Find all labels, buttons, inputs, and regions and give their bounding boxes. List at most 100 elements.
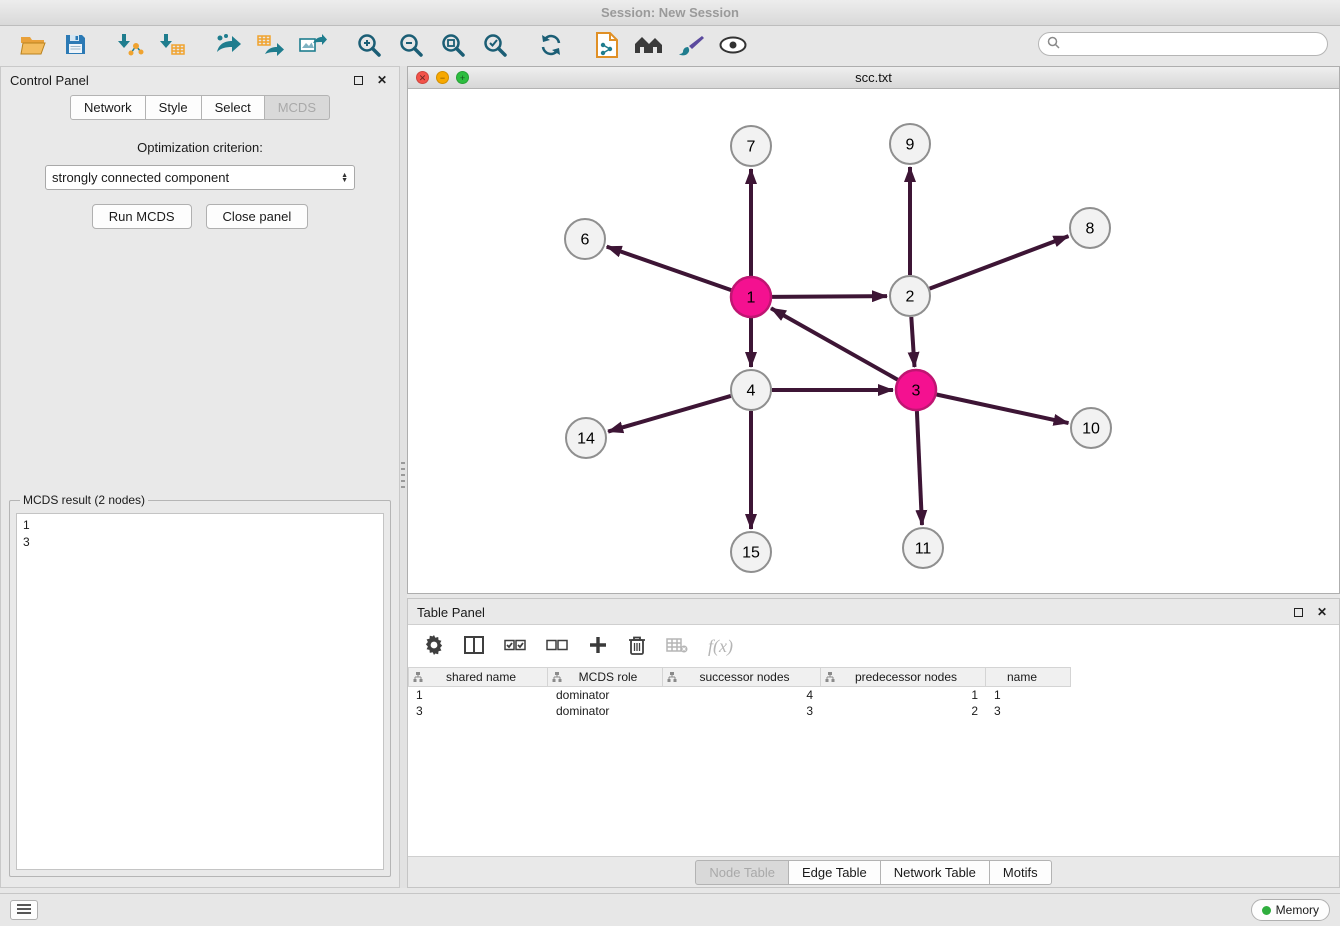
table-cell[interactable]: dominator (548, 687, 663, 703)
style-button[interactable] (670, 28, 712, 64)
network-graph[interactable]: 7 9 6 8 1 2 4 3 14 10 15 11 (408, 89, 1339, 593)
zoom-out-button[interactable] (390, 28, 432, 64)
table-row[interactable]: 1dominator411 (408, 687, 1339, 703)
graph-node-4[interactable]: 4 (731, 370, 771, 410)
graph-node-6[interactable]: 6 (565, 219, 605, 259)
function-builder-button[interactable]: f(x) (708, 636, 733, 657)
column-header-successor-nodes[interactable]: successor nodes (663, 667, 821, 687)
graph-node-8[interactable]: 8 (1070, 208, 1110, 248)
zoom-fit-button[interactable] (432, 28, 474, 64)
table-cell[interactable]: 1 (986, 687, 1071, 703)
delete-table-button[interactable] (666, 637, 688, 656)
graph-edge-4-14[interactable] (608, 396, 731, 432)
paint-brush-icon (678, 34, 704, 59)
tab-edge-table[interactable]: Edge Table (788, 860, 881, 885)
column-header-name[interactable]: name (986, 667, 1071, 687)
tab-select[interactable]: Select (201, 95, 265, 120)
minimize-window-button[interactable]: − (436, 71, 449, 84)
search-input[interactable] (1066, 37, 1319, 51)
graph-edge-3-11[interactable] (917, 411, 922, 525)
table-row[interactable]: 3dominator323 (408, 703, 1339, 719)
table-cell[interactable]: 3 (663, 703, 821, 719)
select-all-columns-button[interactable] (504, 637, 526, 656)
home-icon (634, 34, 664, 59)
export-image-button[interactable] (292, 28, 334, 64)
table-cell[interactable]: dominator (548, 703, 663, 719)
table-cell[interactable]: 3 (408, 703, 548, 719)
graph-node-7[interactable]: 7 (731, 126, 771, 166)
graph-node-3[interactable]: 3 (896, 370, 936, 410)
close-table-panel-icon[interactable]: ✕ (1314, 604, 1330, 620)
tab-node-table[interactable]: Node Table (695, 860, 789, 885)
table-cell[interactable]: 1 (408, 687, 548, 703)
task-history-button[interactable] (10, 900, 38, 920)
window-title: Session: New Session (601, 5, 739, 20)
open-session-button[interactable] (12, 28, 54, 64)
optimization-criterion-dropdown[interactable]: strongly connected component ▲▼ (45, 165, 355, 190)
graph-node-14[interactable]: 14 (566, 418, 606, 458)
graph-edge-1-6[interactable] (607, 247, 732, 291)
network-view-window: ✕ − + scc.txt 7 9 6 8 1 2 4 3 14 10 15 11 (407, 66, 1340, 594)
split-columns-icon (464, 636, 484, 657)
toolbar-search[interactable] (1038, 32, 1328, 56)
network-from-selection-button[interactable] (586, 28, 628, 64)
graph-edge-1-2[interactable] (772, 296, 887, 297)
import-table-button[interactable] (152, 28, 194, 64)
graph-edge-2-3[interactable] (911, 317, 914, 367)
graph-edge-3-10[interactable] (937, 395, 1069, 424)
delete-row-button[interactable] (628, 635, 646, 658)
panel-splitter[interactable] (400, 66, 407, 888)
mcds-result-list[interactable]: 1 3 (16, 513, 384, 870)
graph-node-label: 7 (747, 139, 756, 156)
graph-edge-2-8[interactable] (930, 236, 1069, 289)
table-cell[interactable]: 4 (663, 687, 821, 703)
home-button[interactable] (628, 28, 670, 64)
maximize-window-button[interactable]: + (456, 71, 469, 84)
add-row-button[interactable] (588, 635, 608, 658)
tab-motifs[interactable]: Motifs (989, 860, 1052, 885)
float-panel-icon[interactable] (350, 72, 366, 88)
apply-layout-button[interactable] (530, 28, 572, 64)
graph-node-1[interactable]: 1 (731, 277, 771, 317)
graph-node-10[interactable]: 10 (1071, 408, 1111, 448)
graph-node-11[interactable]: 11 (903, 528, 943, 568)
trash-icon (628, 635, 646, 658)
table-cell[interactable]: 1 (821, 687, 986, 703)
network-window-titlebar: ✕ − + scc.txt (408, 67, 1339, 89)
graph-edge-3-1[interactable] (771, 308, 898, 379)
split-columns-button[interactable] (464, 636, 484, 657)
control-panel-header: Control Panel ✕ (1, 67, 399, 93)
show-hide-button[interactable] (712, 28, 754, 64)
tab-style[interactable]: Style (145, 95, 202, 120)
dropdown-selected-value: strongly connected component (52, 170, 341, 185)
zoom-selected-button[interactable] (474, 28, 516, 64)
tab-network[interactable]: Network (70, 95, 146, 120)
close-window-button[interactable]: ✕ (416, 71, 429, 84)
graph-node-2[interactable]: 2 (890, 276, 930, 316)
table-cell[interactable]: 3 (986, 703, 1071, 719)
graph-node-9[interactable]: 9 (890, 124, 930, 164)
deselect-all-columns-button[interactable] (546, 637, 568, 656)
table-cell[interactable]: 2 (821, 703, 986, 719)
table-settings-button[interactable] (424, 635, 444, 658)
export-table-button[interactable] (250, 28, 292, 64)
graph-node-15[interactable]: 15 (731, 532, 771, 572)
save-session-button[interactable] (54, 28, 96, 64)
run-mcds-button[interactable]: Run MCDS (92, 204, 192, 229)
gear-icon (424, 635, 444, 658)
float-table-panel-icon[interactable] (1290, 604, 1306, 620)
search-icon (1047, 36, 1060, 52)
import-network-button[interactable] (110, 28, 152, 64)
zoom-in-button[interactable] (348, 28, 390, 64)
column-header-shared-name[interactable]: shared name (408, 667, 548, 687)
export-network-button[interactable] (208, 28, 250, 64)
tab-network-table[interactable]: Network Table (880, 860, 990, 885)
open-folder-icon (20, 34, 46, 59)
column-header-predecessor-nodes[interactable]: predecessor nodes (821, 667, 986, 687)
column-header-mcds-role[interactable]: MCDS role (548, 667, 663, 687)
tab-mcds[interactable]: MCDS (264, 95, 330, 120)
close-panel-icon[interactable]: ✕ (374, 72, 390, 88)
memory-button[interactable]: Memory (1251, 899, 1330, 921)
close-panel-button[interactable]: Close panel (206, 204, 309, 229)
zoom-in-icon (356, 32, 382, 61)
